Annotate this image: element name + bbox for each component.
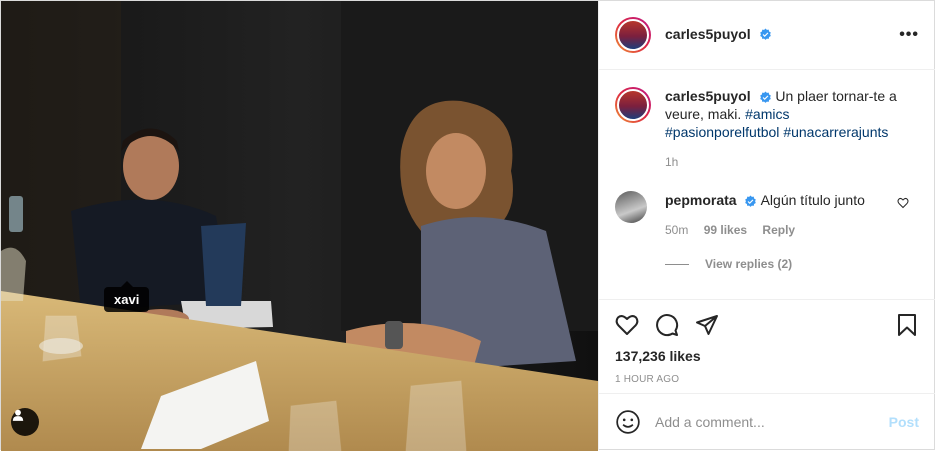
caption-time[interactable]: 1h bbox=[665, 155, 678, 169]
user-tags-button[interactable] bbox=[11, 408, 39, 436]
post-actions: 137,236 likes 1 HOUR AGO bbox=[599, 299, 935, 385]
post-header: carles5puyol ••• bbox=[599, 1, 935, 70]
comment-time[interactable]: 50m bbox=[665, 223, 688, 237]
author-username[interactable]: carles5puyol bbox=[665, 26, 751, 42]
more-options-button[interactable]: ••• bbox=[899, 26, 919, 44]
comment-like-heart-icon[interactable] bbox=[897, 197, 909, 209]
caption-avatar[interactable] bbox=[615, 87, 651, 123]
post-timestamp[interactable]: 1 HOUR AGO bbox=[615, 374, 919, 385]
photo-scene bbox=[1, 1, 598, 451]
comment-likes[interactable]: 99 likes bbox=[704, 223, 747, 237]
author-username-wrap: carles5puyol bbox=[665, 26, 772, 44]
caption: carles5puyol Un plaer tornar-te a veure,… bbox=[615, 87, 919, 171]
view-replies-button[interactable]: View replies (2) bbox=[665, 257, 919, 271]
comments-section: carles5puyol Un plaer tornar-te a veure,… bbox=[599, 71, 935, 299]
caption-username[interactable]: carles5puyol bbox=[665, 88, 751, 104]
user-icon bbox=[12, 409, 24, 421]
post-photo[interactable]: xavi bbox=[1, 1, 598, 451]
comment-icon[interactable] bbox=[655, 313, 679, 337]
hashtag-link[interactable]: #unacarrerajunts bbox=[783, 124, 888, 140]
author-avatar[interactable] bbox=[615, 17, 651, 53]
avatar-image bbox=[617, 89, 649, 121]
replies-divider bbox=[665, 263, 689, 265]
view-replies-label: View replies (2) bbox=[705, 257, 793, 271]
verified-badge-icon bbox=[760, 28, 771, 41]
emoji-icon[interactable] bbox=[615, 409, 641, 435]
hashtag-link[interactable]: #amics bbox=[745, 106, 789, 122]
likes-count[interactable]: 137,236 likes bbox=[615, 348, 919, 364]
verified-badge-icon bbox=[759, 91, 771, 103]
instagram-post: xavi carles5puyol ••• carles5puyol Un pl… bbox=[0, 0, 935, 451]
commenter-avatar[interactable] bbox=[615, 191, 647, 223]
post-comment-button[interactable]: Post bbox=[889, 414, 919, 430]
comment-item: pepmorata Algún título junto 50m 99 like… bbox=[615, 191, 919, 239]
hashtag-link[interactable]: #pasionporelfutbol bbox=[665, 124, 779, 140]
commenter-username[interactable]: pepmorata bbox=[665, 192, 737, 208]
comment-body: pepmorata Algún título junto 50m 99 like… bbox=[665, 191, 895, 239]
avatar-image bbox=[617, 19, 649, 51]
caption-meta: 1h bbox=[665, 153, 905, 171]
comment-text: Algún título junto bbox=[760, 192, 865, 208]
comment-meta: 50m 99 likes Reply bbox=[665, 221, 895, 239]
add-comment-bar: Post bbox=[599, 393, 935, 450]
post-sidebar: carles5puyol ••• carles5puyol Un plaer t… bbox=[598, 1, 935, 450]
comment-input[interactable] bbox=[655, 414, 889, 430]
verified-badge-icon bbox=[745, 195, 757, 207]
bookmark-icon[interactable] bbox=[895, 313, 919, 337]
caption-body: carles5puyol Un plaer tornar-te a veure,… bbox=[665, 87, 905, 171]
reply-button[interactable]: Reply bbox=[762, 223, 795, 237]
share-icon[interactable] bbox=[695, 313, 719, 337]
action-icons bbox=[615, 312, 919, 338]
heart-icon[interactable] bbox=[615, 313, 639, 337]
user-tag-label[interactable]: xavi bbox=[104, 281, 150, 312]
